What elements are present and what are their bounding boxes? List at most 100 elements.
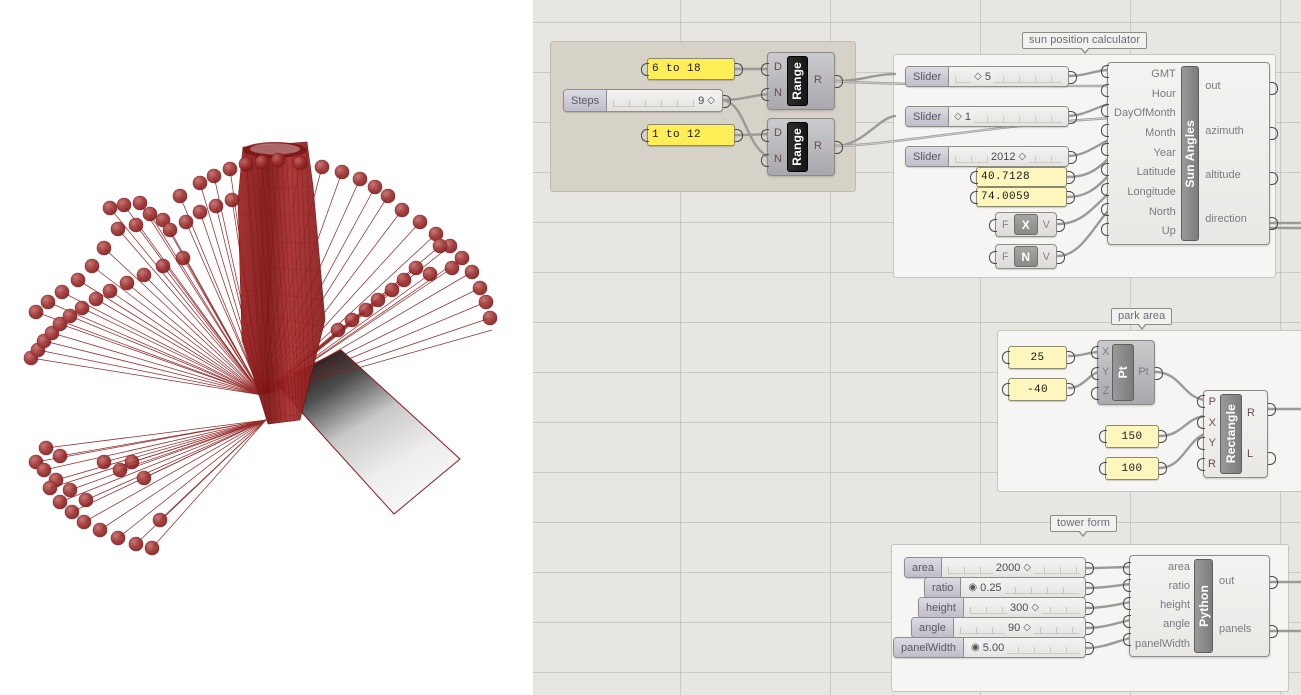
slider-steps-value-wrap: 9 ◇ <box>695 94 718 107</box>
slider-panelwidth-value-wrap: ◉ 5.00 <box>968 641 1008 654</box>
rectangle-nub-x[interactable] <box>1197 416 1205 429</box>
range-months-output-r: R <box>813 140 822 153</box>
group-tag-park[interactable]: park area <box>1111 308 1173 330</box>
slider-grip-diamond-icon[interactable]: ◇ <box>1018 151 1026 162</box>
component-range-months[interactable]: D N Range R <box>767 118 835 176</box>
slider-ratio[interactable]: ratio ◉ 0.25 <box>924 577 1086 598</box>
slider-year[interactable]: Slider 2012 ◇ <box>905 146 1069 167</box>
slider-grip-diamond-icon[interactable]: ◇ <box>1031 602 1039 613</box>
slider-grip-diamond-icon[interactable]: ◇ <box>974 71 982 82</box>
panel-park-depth[interactable]: 100 <box>1105 457 1159 480</box>
slider-grip-diamond-icon[interactable]: ◇ <box>707 95 715 106</box>
sun-nub-latitude[interactable] <box>1101 163 1109 176</box>
rectangle-nub-p[interactable] <box>1197 395 1205 408</box>
python-input-area: area <box>1168 560 1191 573</box>
slider-area-track[interactable]: 2000 ◇ <box>942 558 1085 577</box>
slider-year-label: Slider <box>906 147 950 166</box>
range-months-input-d: D <box>774 127 782 140</box>
panel-park-width[interactable]: 150 <box>1105 425 1159 448</box>
component-python[interactable]: area ratio height angle panelWidth Pytho… <box>1129 555 1270 657</box>
panel-park-x[interactable]: 25 <box>1008 346 1067 369</box>
slider-steps-track[interactable]: 9 ◇ <box>607 90 722 111</box>
rectangle-nub-y[interactable] <box>1197 437 1205 450</box>
python-nub-ratio[interactable] <box>1123 579 1131 592</box>
component-point[interactable]: X Y Z Pt Pt <box>1097 340 1155 405</box>
slider-steps[interactable]: Steps 9 ◇ <box>563 89 723 112</box>
panel-park-x-text: 25 <box>1030 351 1045 364</box>
panel-park-y-nub-in[interactable] <box>1002 383 1010 396</box>
grasshopper-canvas[interactable]: sun position calculator park area tower … <box>533 0 1301 695</box>
slider-grip-diamond-icon[interactable]: ◇ <box>954 111 962 122</box>
panel-park-y[interactable]: -40 <box>1008 378 1067 401</box>
slider-panelwidth-track[interactable]: ◉ 5.00 <box>964 638 1085 657</box>
slider-grip-diamond-icon[interactable]: ◇ <box>1023 562 1031 573</box>
unit-x-vector-icon[interactable]: X <box>1013 214 1038 235</box>
slider-day-track[interactable]: ◇ 1 <box>949 107 1068 126</box>
point-nub-z[interactable] <box>1091 387 1099 400</box>
python-nub-area[interactable] <box>1123 562 1131 575</box>
point-output-pt: Pt <box>1138 365 1149 378</box>
sun-nub-hour[interactable] <box>1101 84 1109 97</box>
sun-nub-up[interactable] <box>1101 223 1109 236</box>
slider-panelwidth[interactable]: panelWidth ◉ 5.00 <box>893 637 1086 658</box>
unit-n-vector-icon[interactable]: N <box>1013 246 1038 267</box>
component-sun-angles[interactable]: GMT Hour DayOfMonth Month Year Latitude … <box>1107 62 1270 245</box>
slider-area[interactable]: area 2000 ◇ <box>904 557 1086 578</box>
slider-angle[interactable]: angle 90 ◇ <box>911 617 1086 638</box>
range-hours-nub-n[interactable] <box>761 88 769 101</box>
rectangle-output-r: R <box>1246 406 1255 419</box>
panel-latitude-nub-in[interactable] <box>970 171 978 184</box>
sun-nub-dayofmonth[interactable] <box>1101 104 1109 117</box>
sun-output-direction: direction <box>1205 213 1247 226</box>
rhino-viewport[interactable] <box>0 0 533 695</box>
point-nub-x[interactable] <box>1091 346 1099 359</box>
slider-day[interactable]: Slider ◇ 1 <box>905 106 1069 127</box>
point-nub-y[interactable] <box>1091 367 1099 380</box>
toggle-north-nub-in[interactable] <box>989 219 997 232</box>
panel-months-input-nub[interactable] <box>641 129 649 142</box>
panel-hours-input-nub[interactable] <box>641 63 649 76</box>
component-range-hours[interactable]: D N Range R <box>767 52 835 110</box>
slider-angle-track[interactable]: 90 ◇ <box>953 618 1085 637</box>
slider-height[interactable]: height 300 ◇ <box>918 597 1086 618</box>
rectangle-input-x: X <box>1208 416 1216 429</box>
toggle-north-vector[interactable]: F X V <box>995 212 1057 237</box>
panel-park-x-nub-in[interactable] <box>1002 351 1010 364</box>
slider-grip-diamond-icon[interactable]: ◇ <box>1023 622 1031 633</box>
slider-grip-circle-icon[interactable]: ◉ <box>971 642 980 653</box>
point-input-x: X <box>1102 346 1110 359</box>
sun-nub-year[interactable] <box>1101 143 1109 156</box>
slider-ratio-track[interactable]: ◉ 0.25 <box>961 578 1085 597</box>
panel-longitude-text: 74.0059 <box>981 191 1031 203</box>
slider-gmt-track[interactable]: ◇ 5 <box>949 67 1068 86</box>
group-tag-tower[interactable]: tower form <box>1050 515 1117 537</box>
range-hours-nub-d[interactable] <box>761 63 769 76</box>
rectangle-input-p: P <box>1208 396 1216 409</box>
panel-hours[interactable]: 6 to 18 <box>647 58 735 80</box>
python-nub-panelwidth[interactable] <box>1123 633 1131 646</box>
group-tag-sun[interactable]: sun position calculator <box>1022 32 1148 54</box>
panel-months[interactable]: 1 to 12 <box>647 124 735 146</box>
panel-park-depth-nub-in[interactable] <box>1099 462 1107 475</box>
component-rectangle[interactable]: P X Y R Rectangle R L <box>1203 390 1268 478</box>
toggle-up-vector[interactable]: F N V <box>995 244 1057 269</box>
sun-nub-longitude[interactable] <box>1101 183 1109 196</box>
slider-height-track[interactable]: 300 ◇ <box>963 598 1085 617</box>
range-months-nub-n[interactable] <box>761 154 769 167</box>
toggle-up-nub-in[interactable] <box>989 251 997 264</box>
panel-latitude[interactable]: 40.7128 <box>976 167 1067 187</box>
python-nub-height[interactable] <box>1123 597 1131 610</box>
panel-park-width-nub-in[interactable] <box>1099 430 1107 443</box>
rectangle-nub-r[interactable] <box>1197 458 1205 471</box>
python-nub-angle[interactable] <box>1123 615 1131 628</box>
panel-longitude[interactable]: 74.0059 <box>976 187 1067 207</box>
panel-longitude-nub-in[interactable] <box>970 191 978 204</box>
sun-nub-gmt[interactable] <box>1101 65 1109 78</box>
rectangle-input-y: Y <box>1208 437 1216 450</box>
slider-grip-circle-icon[interactable]: ◉ <box>968 582 977 593</box>
slider-year-track[interactable]: 2012 ◇ <box>949 147 1068 166</box>
sun-nub-month[interactable] <box>1101 124 1109 137</box>
sun-nub-north[interactable] <box>1101 203 1109 216</box>
range-months-nub-d[interactable] <box>761 129 769 142</box>
slider-gmt[interactable]: Slider ◇ 5 <box>905 66 1069 87</box>
